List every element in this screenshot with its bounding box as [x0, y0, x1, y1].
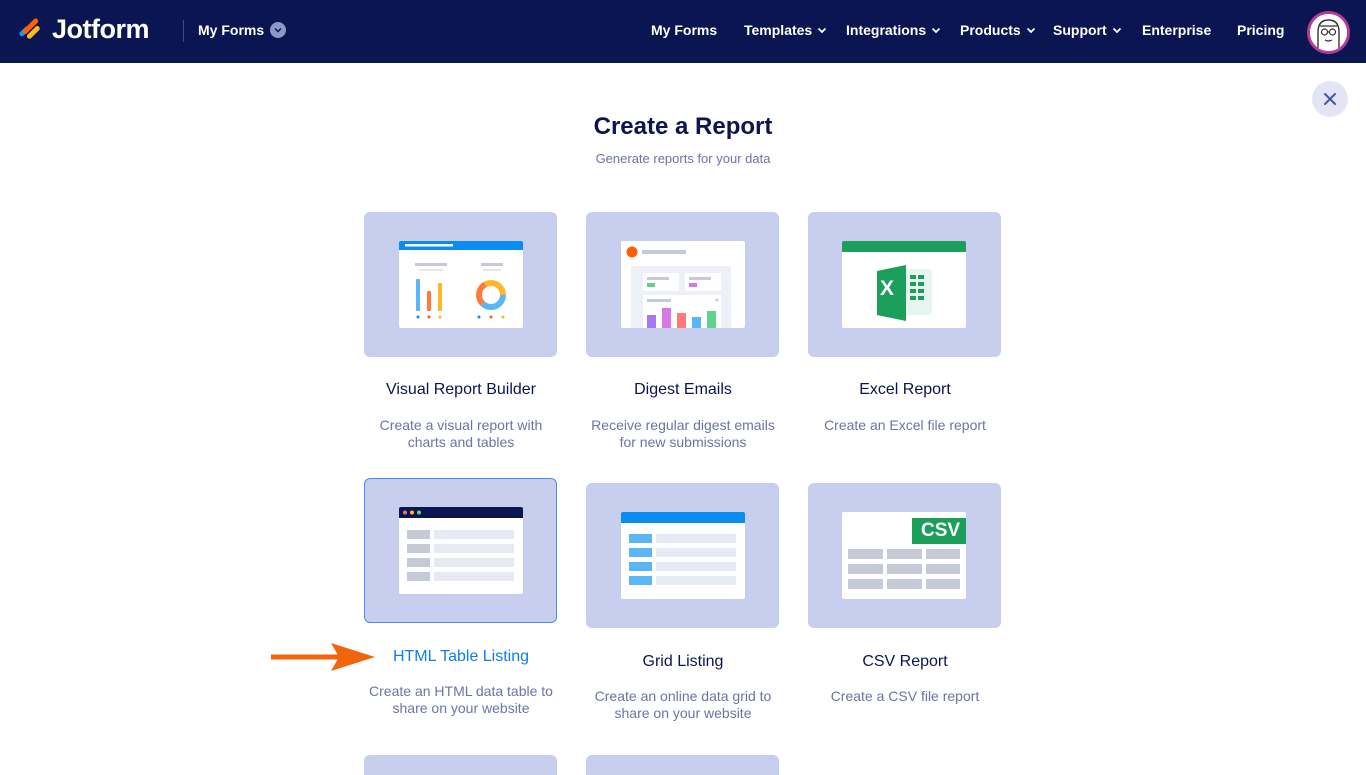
jotform-logo[interactable]: Jotform [16, 14, 150, 45]
page-title: Create a Report [593, 113, 773, 140]
nav-label: Pricing [1237, 22, 1285, 38]
user-avatar[interactable] [1307, 11, 1350, 54]
visual-report-illustration [399, 241, 523, 328]
chevron-down-icon [931, 27, 941, 33]
csv-badge-label: CSV [921, 520, 961, 541]
nav-label: Enterprise [1142, 22, 1212, 38]
excel-report-illustration: X [842, 241, 966, 328]
page-subtitle: Generate reports for your data [595, 151, 771, 166]
csv-report-card[interactable]: CSV [808, 483, 1001, 628]
top-navigation-bar: Jotform My Forms My Forms Templates Inte… [0, 0, 1366, 63]
charts-illustration-icon [399, 241, 523, 319]
grid-illustration-icon [621, 512, 745, 585]
my-forms-dropdown[interactable]: My Forms [198, 22, 287, 38]
description-line: Create an online data grid to [594, 688, 772, 704]
visual-report-builder-card[interactable] [364, 212, 557, 357]
html-table-illustration [399, 507, 523, 594]
grid-listing-card[interactable] [586, 483, 779, 628]
description-line: Create an Excel file report [824, 417, 986, 433]
avatar-illustration-icon [1310, 14, 1347, 51]
description-line: share on your website [614, 705, 752, 721]
header-divider [183, 20, 184, 42]
grid-listing-illustration [621, 512, 745, 599]
nav-support[interactable]: Support [1053, 22, 1122, 38]
nav-label: My Forms [651, 22, 718, 38]
csv-report-description: Create a CSV file report [785, 688, 1025, 705]
visual-report-builder-label[interactable]: Visual Report Builder [341, 381, 581, 399]
close-button[interactable] [1312, 81, 1348, 117]
nav-pricing[interactable]: Pricing [1237, 22, 1284, 38]
digest-emails-description: Receive regular digest emails for new su… [563, 417, 803, 451]
excel-report-description: Create an Excel file report [785, 417, 1025, 434]
nav-label: Support [1053, 22, 1107, 38]
csv-report-label[interactable]: CSV Report [785, 653, 1025, 671]
description-line: charts and tables [407, 434, 515, 450]
report-option-card-partial[interactable] [364, 755, 557, 775]
jotform-wordmark: Jotform [52, 14, 150, 44]
nav-products[interactable]: Products [960, 22, 1036, 38]
description-line: for new submissions [619, 434, 747, 450]
chevron-down-icon [270, 22, 287, 38]
excel-x-glyph: X [880, 277, 895, 300]
email-digest-illustration-icon [626, 246, 731, 328]
excel-report-card[interactable]: X [808, 212, 1001, 357]
grid-listing-description: Create an online data grid to share on y… [563, 688, 803, 722]
nav-integrations[interactable]: Integrations [846, 22, 941, 38]
nav-label: Integrations [846, 22, 927, 38]
nav-templates[interactable]: Templates [744, 22, 827, 38]
chevron-down-icon [818, 27, 827, 33]
digest-emails-card[interactable] [586, 212, 779, 357]
visual-report-builder-description: Create a visual report with charts and t… [341, 417, 581, 451]
description-line: Create a visual report with [379, 417, 543, 433]
nav-enterprise[interactable]: Enterprise [1142, 22, 1211, 38]
close-icon [1324, 93, 1336, 105]
nav-my-forms[interactable]: My Forms [651, 22, 717, 38]
html-table-listing-description: Create an HTML data table to share on yo… [341, 683, 581, 717]
description-line: share on your website [392, 700, 530, 716]
html-table-illustration-icon [399, 507, 523, 581]
chevron-down-icon [1026, 27, 1035, 33]
description-line: Create an HTML data table to [369, 683, 553, 699]
my-forms-dropdown-label: My Forms [198, 22, 265, 38]
html-table-listing-card[interactable] [364, 478, 557, 623]
excel-report-label[interactable]: Excel Report [785, 381, 1025, 399]
nav-label: Products [960, 22, 1021, 38]
description-line: Create a CSV file report [830, 688, 980, 704]
jotform-logo-icon [18, 18, 40, 43]
description-line: Receive regular digest emails [591, 417, 775, 433]
excel-file-icon [842, 241, 966, 321]
csv-report-illustration: CSV [842, 512, 966, 599]
nav-label: Templates [744, 22, 813, 38]
digest-emails-illustration [621, 241, 745, 328]
report-option-card-partial[interactable] [586, 755, 779, 775]
grid-listing-label[interactable]: Grid Listing [563, 653, 803, 671]
digest-emails-label[interactable]: Digest Emails [563, 381, 803, 399]
html-table-listing-label[interactable]: HTML Table Listing [341, 648, 581, 666]
chevron-down-icon [1112, 27, 1121, 33]
